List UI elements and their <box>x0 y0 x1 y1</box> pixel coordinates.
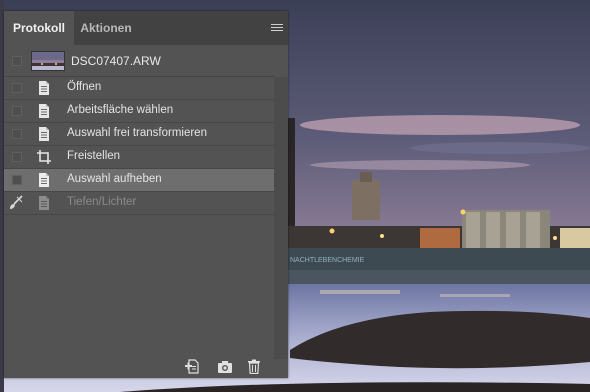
tab-aktionen[interactable]: Aktionen <box>74 11 138 45</box>
history-source-checkbox[interactable] <box>12 106 22 116</box>
history-list: Öffnen Arbeitsfläche wählen Auswahl frei… <box>4 77 274 215</box>
history-row-label: Auswahl frei transformieren <box>67 127 207 139</box>
document-icon <box>39 127 49 141</box>
snapshot-row[interactable]: DSC07407.ARW <box>4 46 274 77</box>
history-row-arbeitsflaeche[interactable]: Arbeitsfläche wählen <box>4 100 274 123</box>
document-icon <box>39 81 49 95</box>
snapshot-name: DSC07407.ARW <box>71 54 161 68</box>
history-panel: Protokoll Aktionen DSC07407.ARW Öffnen A… <box>4 11 288 378</box>
new-document-from-state-icon[interactable] <box>185 359 201 374</box>
document-icon <box>39 104 49 118</box>
history-row-freistellen[interactable]: Freistellen <box>4 146 274 169</box>
history-row-label: Arbeitsfläche wählen <box>67 104 174 116</box>
history-row-oeffnen[interactable]: Öffnen <box>4 77 274 100</box>
panel-tab-bar: Protokoll Aktionen <box>4 11 288 45</box>
history-row-auswahl-aufheben[interactable]: Auswahl aufheben <box>4 169 274 192</box>
history-row-label: Auswahl aufheben <box>67 173 162 185</box>
tab-protokoll[interactable]: Protokoll <box>4 11 74 45</box>
history-row-tiefen-lichter[interactable]: Tiefen/Lichter <box>4 192 274 215</box>
history-source-checkbox[interactable] <box>12 152 22 162</box>
history-row-label: Freistellen <box>67 150 121 162</box>
history-source-checkbox[interactable] <box>12 175 22 185</box>
history-brush-source-icon[interactable] <box>8 195 24 211</box>
trash-icon[interactable] <box>246 359 262 374</box>
snapshot-source-checkbox[interactable] <box>12 56 22 66</box>
history-row-auswahl-transformieren[interactable]: Auswahl frei transformieren <box>4 123 274 146</box>
panel-menu-icon[interactable] <box>271 24 283 33</box>
history-source-checkbox[interactable] <box>12 129 22 139</box>
document-icon <box>39 196 49 210</box>
photo-sign-text: NACHTLEBENCHEMIE <box>290 257 365 264</box>
snapshot-thumbnail <box>31 51 65 71</box>
history-row-label: Tiefen/Lichter <box>67 196 137 208</box>
history-row-label: Öffnen <box>67 81 102 93</box>
history-scrollbar[interactable] <box>274 77 288 359</box>
camera-icon[interactable] <box>217 359 233 374</box>
crop-icon <box>37 150 51 164</box>
document-icon <box>39 173 49 187</box>
history-source-checkbox[interactable] <box>12 83 22 93</box>
